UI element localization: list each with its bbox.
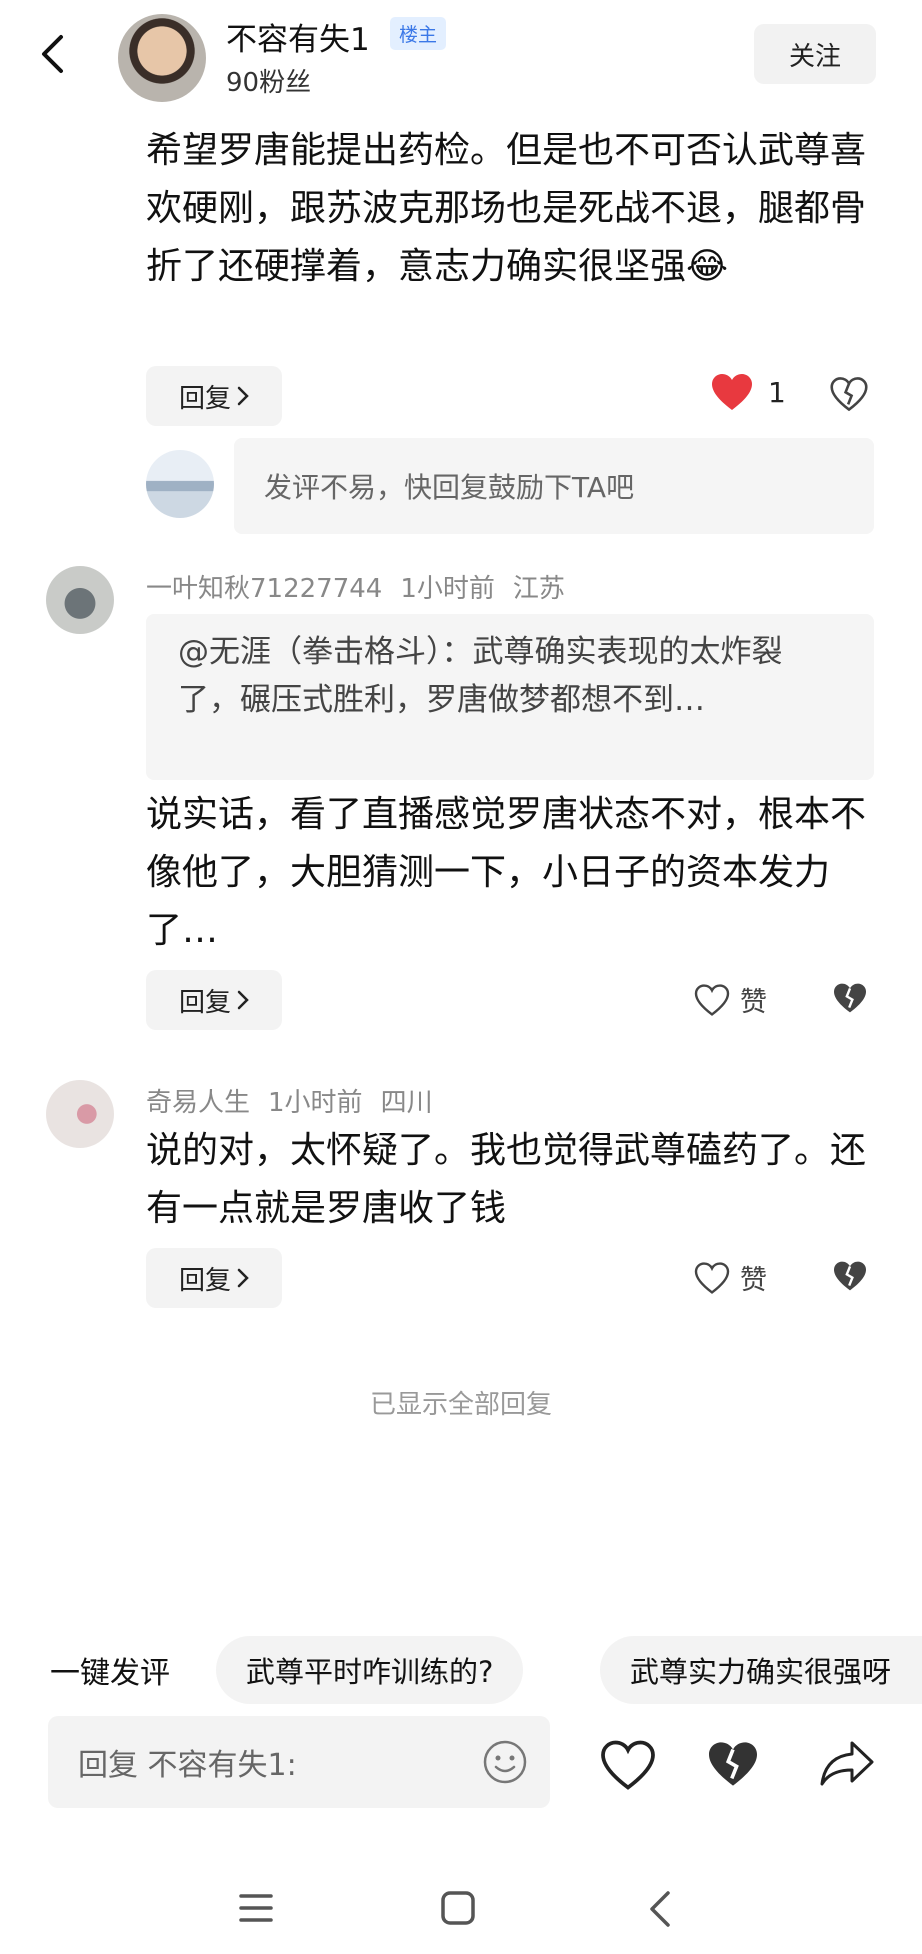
like-label: 赞 bbox=[740, 1265, 767, 1296]
dislike-icon[interactable] bbox=[832, 982, 868, 1014]
share-icon[interactable] bbox=[818, 1738, 876, 1788]
heart-outline-icon bbox=[694, 1261, 730, 1294]
quick-comment-chip[interactable]: 武尊实力确实很强呀 bbox=[600, 1636, 922, 1704]
reply-location: 江苏 bbox=[512, 574, 565, 604]
all-replies-shown-text: 已显示全部回复 bbox=[369, 1390, 552, 1420]
chevron-right-icon bbox=[237, 1268, 249, 1288]
follow-button[interactable]: 关注 bbox=[754, 24, 876, 84]
user-avatar[interactable] bbox=[46, 566, 114, 634]
like-label: 赞 bbox=[740, 987, 767, 1018]
quick-comment-label: 一键发评 bbox=[50, 1656, 170, 1691]
emoji-icon[interactable] bbox=[482, 1739, 528, 1785]
home-icon[interactable] bbox=[440, 1890, 476, 1926]
main-comment-text: 希望罗唐能提出药检。但是也不可否认武尊喜欢硬刚，跟苏波克那场也是死战不退，腿都骨… bbox=[146, 130, 867, 287]
author-name[interactable]: 不容有失1 bbox=[226, 14, 370, 59]
reply-text: 说实话，看了直播感觉罗唐状态不对，根本不像他了，大胆猜测一下，小日子的资本发力了… bbox=[146, 794, 867, 951]
chevron-right-icon bbox=[237, 990, 249, 1010]
reply-button[interactable]: 回复 bbox=[146, 970, 282, 1030]
reply-time: 1小时前 bbox=[400, 574, 495, 604]
reply-button[interactable]: 回复 bbox=[146, 366, 282, 426]
dislike-icon[interactable] bbox=[830, 376, 868, 412]
heart-filled-icon[interactable] bbox=[710, 372, 754, 412]
quoted-comment[interactable]: @无涯（拳击格斗）：武尊确实表现的太炸裂了，碾压式胜利，罗唐做梦都想不到… bbox=[146, 614, 874, 780]
heart-outline-icon[interactable] bbox=[600, 1740, 656, 1790]
back-icon[interactable] bbox=[30, 28, 74, 80]
reply-input[interactable]: 回复 不容有失1: bbox=[48, 1716, 550, 1808]
like-control[interactable]: 1 bbox=[710, 372, 786, 412]
reply-location: 四川 bbox=[380, 1088, 433, 1118]
reply-meta: 奇易人生 1小时前 四川 bbox=[146, 1082, 451, 1119]
heart-outline-icon bbox=[694, 983, 730, 1016]
system-nav-bar bbox=[0, 1864, 922, 1954]
quick-comment-chip[interactable]: 武尊平时咋训练的? bbox=[216, 1636, 524, 1704]
reply-button-label: 回复 bbox=[178, 1265, 231, 1296]
reply-button[interactable]: 回复 bbox=[146, 1248, 282, 1308]
nav-back-icon[interactable] bbox=[648, 1890, 672, 1928]
reply-button-label: 回复 bbox=[178, 383, 231, 414]
reply-user-name[interactable]: 一叶知秋71227744 bbox=[146, 574, 382, 604]
like-button[interactable]: 赞 bbox=[694, 980, 767, 1019]
reply-time: 1小时前 bbox=[268, 1088, 363, 1118]
reply-button-label: 回复 bbox=[178, 987, 231, 1018]
op-badge: 楼主 bbox=[390, 17, 447, 50]
fans-count: 90粉丝 bbox=[226, 68, 312, 98]
chevron-right-icon bbox=[237, 386, 249, 406]
menu-icon[interactable] bbox=[238, 1892, 274, 1924]
user-avatar[interactable] bbox=[46, 1080, 114, 1148]
dislike-icon[interactable] bbox=[706, 1740, 760, 1788]
reply-text: 说的对，太怀疑了。我也觉得武尊磕药了。还有一点就是罗唐收了钱 bbox=[146, 1130, 867, 1229]
like-button[interactable]: 赞 bbox=[694, 1258, 767, 1297]
author-avatar[interactable] bbox=[118, 14, 206, 102]
my-avatar bbox=[146, 450, 214, 518]
reply-user-name[interactable]: 奇易人生 bbox=[146, 1088, 250, 1118]
reply-meta: 一叶知秋71227744 1小时前 江苏 bbox=[146, 568, 583, 605]
reply-prompt-box[interactable]: 发评不易，快回复鼓励下TA吧 bbox=[234, 438, 874, 534]
like-count: 1 bbox=[768, 375, 786, 409]
reply-input-placeholder: 回复 不容有失1: bbox=[78, 1748, 297, 1783]
dislike-icon[interactable] bbox=[832, 1260, 868, 1292]
